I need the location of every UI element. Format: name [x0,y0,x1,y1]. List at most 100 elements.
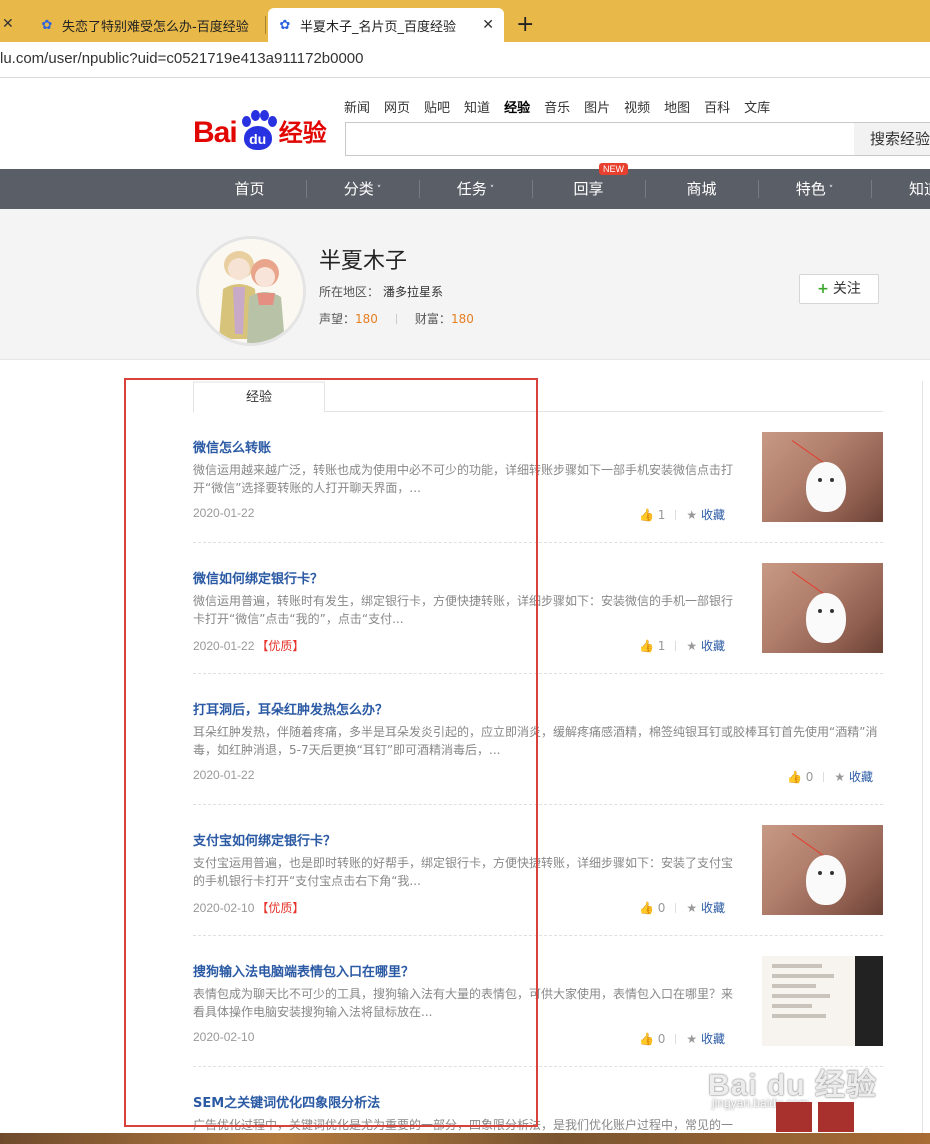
article-thumbnail[interactable] [762,563,883,653]
action-separator [675,903,677,913]
nav-featured[interactable]: 特色 ˅ [758,169,871,209]
baidu-paw-icon: du [238,110,277,150]
favorite-link[interactable]: 收藏 [849,770,873,784]
user-avatar[interactable] [196,236,306,346]
nav-mall[interactable]: 商城 [645,169,758,209]
star-icon[interactable]: ★ [686,1032,697,1046]
topnav-wenku[interactable]: 文库 [744,97,770,116]
like-count: 1 [657,639,666,653]
tab-close-icon[interactable]: ✕ [2,16,14,32]
desc-line: 卡打开“微信”点击“我的”，点击“支付... [193,612,404,626]
article-title[interactable]: 微信怎么转账 [193,437,271,456]
article-date: 2020-02-10 【优质】 [193,899,304,916]
thumbs-up-icon[interactable]: 👍 [639,639,654,653]
topnav-zhidao[interactable]: 知道 [464,97,490,116]
topnav-tieba[interactable]: 贴吧 [424,97,450,116]
profile-stats: 声望：180 财富：180 [319,310,474,327]
item-divider [193,673,883,674]
topnav-map[interactable]: 地图 [664,97,690,116]
thumbs-up-icon[interactable]: 👍 [639,1032,654,1046]
favorite-link[interactable]: 收藏 [701,901,725,915]
search-button[interactable]: 搜索经验 [854,122,930,156]
region-label: 所在地区： [319,285,380,299]
nav-category[interactable]: 分类 ˅ [306,169,419,209]
thumbs-up-icon[interactable]: 👍 [787,770,802,784]
article-actions: 👍 1 ★ 收藏 [639,637,725,654]
wealth-value: 180 [450,312,474,326]
article-title[interactable]: SEM之关键词优化四象限分析法 [193,1092,380,1111]
topnav-jingyan[interactable]: 经验 [504,97,530,116]
topnav-images[interactable]: 图片 [584,97,610,116]
star-icon[interactable]: ★ [686,639,697,653]
thumbs-up-icon[interactable]: 👍 [639,901,654,915]
star-icon[interactable]: ★ [686,508,697,522]
item-divider [193,804,883,805]
profile-region: 所在地区： 潘多拉星系 [319,283,443,300]
desktop-background-strip [0,1133,930,1144]
article-desc: 微信运用普遍，转账时有发生，绑定银行卡，方便快捷转账，详细步骤如下：安装微信的手… [193,592,733,628]
baidu-paw-icon: ✿ [279,17,291,33]
article-title[interactable]: 打耳洞后，耳朵红肿发热怎么办？ [193,699,388,718]
article-title[interactable]: 微信如何绑定银行卡？ [193,568,323,587]
top-nav: 新闻 网页 贴吧 知道 经验 音乐 图片 视频 地图 百科 文库 [344,97,784,116]
ghost-sticker-icon [806,462,846,512]
nav-label: 知道 [909,180,930,198]
tab-close-icon[interactable]: ✕ [482,17,494,33]
article-thumbnail[interactable] [762,825,883,915]
ghost-sticker-icon [806,593,846,643]
action-separator [823,772,825,782]
topnav-web[interactable]: 网页 [384,97,410,116]
baidu-paw-icon: ✿ [41,17,53,33]
topnav-news[interactable]: 新闻 [344,97,370,116]
follow-label: 关注 [832,281,861,297]
star-icon[interactable]: ★ [834,770,845,784]
baidu-jingyan-logo[interactable]: Bai du 经验 [193,104,327,150]
article-desc: 耳朵红肿发热，伴随着疼痛，多半是耳朵发炎引起的，应立即消炎，缓解疼痛感酒精，棉签… [193,723,883,759]
search-input[interactable] [345,122,855,156]
like-count: 0 [805,770,814,784]
nav-huixiang[interactable]: 回享 [532,169,645,209]
nav-label: 任务 [456,180,487,198]
article-actions: 👍 0 ★ 收藏 [639,899,725,916]
article-thumbnail[interactable] [762,432,883,522]
favorite-link[interactable]: 收藏 [701,639,725,653]
address-bar[interactable]: lu.com/user/npublic?uid=c0521719e413a911… [0,42,930,78]
nav-home[interactable]: 首页 [193,169,306,209]
tab-jingyan[interactable]: 经验 [193,381,325,413]
favorite-link[interactable]: 收藏 [701,1032,725,1046]
action-separator [675,641,677,651]
star-icon[interactable]: ★ [686,901,697,915]
desc-line: 表情包成为聊天比不可少的工具，搜狗输入法有大量的表情包，可供大家使用，表情包入口… [193,987,734,1001]
browser-tab-1[interactable]: ✿ 失恋了特别难受怎么办-百度经验 [30,8,262,42]
browser-tab-2[interactable]: ✿ 半夏木子_名片页_百度经验 ✕ [268,8,504,42]
new-tab-button[interactable]: + [516,12,534,37]
topnav-baike[interactable]: 百科 [704,97,730,116]
plus-icon: + [817,281,829,297]
date-text: 2020-01-22 [193,639,255,653]
article-thumbnail[interactable] [762,956,883,1046]
desc-line: 支付宝运用普遍，也是即时转账的好帮手，绑定银行卡，方便快捷转账，详细步骤如下：安… [193,856,734,870]
nav-label: 首页 [234,180,265,198]
like-count: 1 [657,508,666,522]
profile-banner [0,209,930,360]
nav-zhidao[interactable]: 知道 [871,169,930,209]
topnav-video[interactable]: 视频 [624,97,650,116]
chevron-down-icon: ˅ [376,185,382,195]
follow-button[interactable]: + 关注 [799,274,879,304]
favorite-link[interactable]: 收藏 [701,508,725,522]
like-count: 0 [657,1032,666,1046]
chevron-down-icon: ˅ [828,185,834,195]
nav-task[interactable]: 任务 ˅ [419,169,532,209]
thumbs-up-icon[interactable]: 👍 [639,508,654,522]
nav-label: 回享 [573,180,604,198]
url-text[interactable]: lu.com/user/npublic?uid=c0521719e413a911… [0,50,364,67]
date-text: 2020-02-10 [193,1030,255,1044]
article-item: SEM之关键词优化四象限分析法 广告优化过程中，关键词优化是尤为重要的一部分，四… [193,1092,883,1133]
topnav-music[interactable]: 音乐 [544,97,570,116]
article-desc: 微信运用越来越广泛，转账也成为使用中必不可少的功能，详细转账步骤如下一部手机安装… [193,461,733,497]
nav-label: 分类 [343,180,374,198]
article-title[interactable]: 搜狗输入法电脑端表情包入口在哪里？ [193,961,414,980]
item-divider [193,1066,883,1067]
browser-tab-bar: ✕ ✿ 失恋了特别难受怎么办-百度经验 ✿ 半夏木子_名片页_百度经验 ✕ + [0,0,930,42]
article-title[interactable]: 支付宝如何绑定银行卡？ [193,830,336,849]
